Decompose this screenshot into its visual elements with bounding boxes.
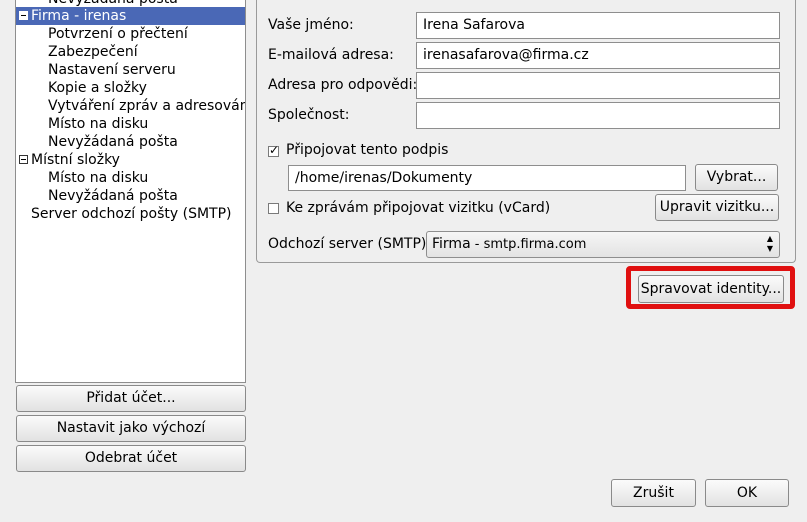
collapse-icon[interactable] — [19, 155, 28, 164]
choose-signature-button[interactable]: Vybrat... — [695, 164, 778, 191]
cancel-button[interactable]: Zrušit — [611, 479, 696, 507]
tree-item-security[interactable]: Zabezpečení — [16, 43, 245, 61]
signature-path-field[interactable]: /home/irenas/Dokumenty — [288, 165, 686, 191]
tree-item-smtp-server[interactable]: Server odchozí pošty (SMTP) — [16, 205, 245, 223]
attach-signature-checkbox[interactable]: ✓ — [268, 143, 280, 157]
tree-item-copies-folders[interactable]: Kopie a složky — [16, 79, 245, 97]
checkmark-icon: ✓ — [269, 143, 280, 157]
attach-signature-label: Připojovat tento podpis — [286, 142, 449, 158]
tree-item-label: Nevyžádaná pošta — [48, 188, 178, 204]
email-field[interactable]: irenasafarova@firma.cz — [416, 42, 780, 69]
attach-vcard-checkbox[interactable] — [268, 203, 279, 214]
tree-item-label: Kopie a složky — [48, 80, 147, 96]
manage-identities-button[interactable]: Spravovat identity... — [638, 275, 784, 303]
tree-item-label: Zabezpečení — [48, 44, 138, 60]
tree-item-junk-mail[interactable]: Nevyžádaná pošta — [16, 133, 245, 151]
ok-button[interactable]: OK — [705, 479, 789, 507]
attach-vcard-label: Ke zprávám připojovat vizitku (vCard) — [286, 200, 551, 216]
reply-to-label: Adresa pro odpovědi: — [268, 77, 418, 93]
organization-field[interactable] — [416, 102, 780, 129]
tree-item-composition-addressing[interactable]: Vytváření zpráv a adresování — [16, 97, 245, 115]
tree-item-label: Nastavení serveru — [48, 62, 176, 78]
tree-item-server-settings[interactable]: Nastavení serveru — [16, 61, 245, 79]
name-field[interactable]: Irena Safarova — [416, 12, 780, 39]
tree-item-junk-mail[interactable]: Nevyžádaná pošta — [16, 187, 245, 205]
organization-label: Společnost: — [268, 107, 350, 123]
tree-item-label: Vytváření zpráv a adresování — [48, 98, 246, 114]
tree-item-label: Firma - irenas — [31, 8, 127, 24]
tree-item-label: Potvrzení o přečtení — [48, 26, 188, 42]
tree-item-return-receipts[interactable]: Potvrzení o přečtení — [16, 25, 245, 43]
tree-item-firma-account[interactable]: Firma - irenas — [16, 7, 245, 25]
email-label: E-mailová adresa: — [268, 47, 394, 63]
tree-item-disk-space[interactable]: Místo na disku — [16, 115, 245, 133]
remove-account-button[interactable]: Odebrat účet — [16, 445, 246, 472]
account-tree[interactable]: Nevyžádaná pošta Firma - irenas Potvrzen… — [15, 0, 246, 383]
smtp-server-select[interactable]: Firma - smtp.firma.com ▲ ▼ — [426, 231, 780, 258]
name-label: Vaše jméno: — [268, 17, 354, 33]
reply-to-field[interactable] — [416, 72, 780, 99]
smtp-account-name: Firma — [432, 236, 471, 252]
collapse-icon[interactable] — [19, 11, 28, 20]
smtp-host-name: - smtp.firma.com — [470, 237, 587, 252]
up-down-arrows-icon: ▲ ▼ — [766, 234, 773, 253]
tree-item-disk-space[interactable]: Místo na disku — [16, 169, 245, 187]
identity-settings-panel — [256, 0, 796, 263]
smtp-server-label: Odchozí server (SMTP) — [268, 236, 427, 252]
add-account-button[interactable]: Přidat účet... — [16, 385, 246, 412]
tree-item-label: Nevyžádaná pošta — [48, 134, 178, 150]
tree-item-label: Místo na disku — [48, 170, 149, 186]
tree-item-label: Místo na disku — [48, 116, 149, 132]
tree-item-local-folders[interactable]: Místní složky — [16, 151, 245, 169]
set-default-button[interactable]: Nastavit jako výchozí — [16, 415, 246, 442]
edit-vcard-button[interactable]: Upravit vizitku... — [655, 194, 779, 221]
tree-item-label: Místní složky — [31, 152, 120, 168]
tree-item-label: Server odchozí pošty (SMTP) — [31, 206, 232, 222]
